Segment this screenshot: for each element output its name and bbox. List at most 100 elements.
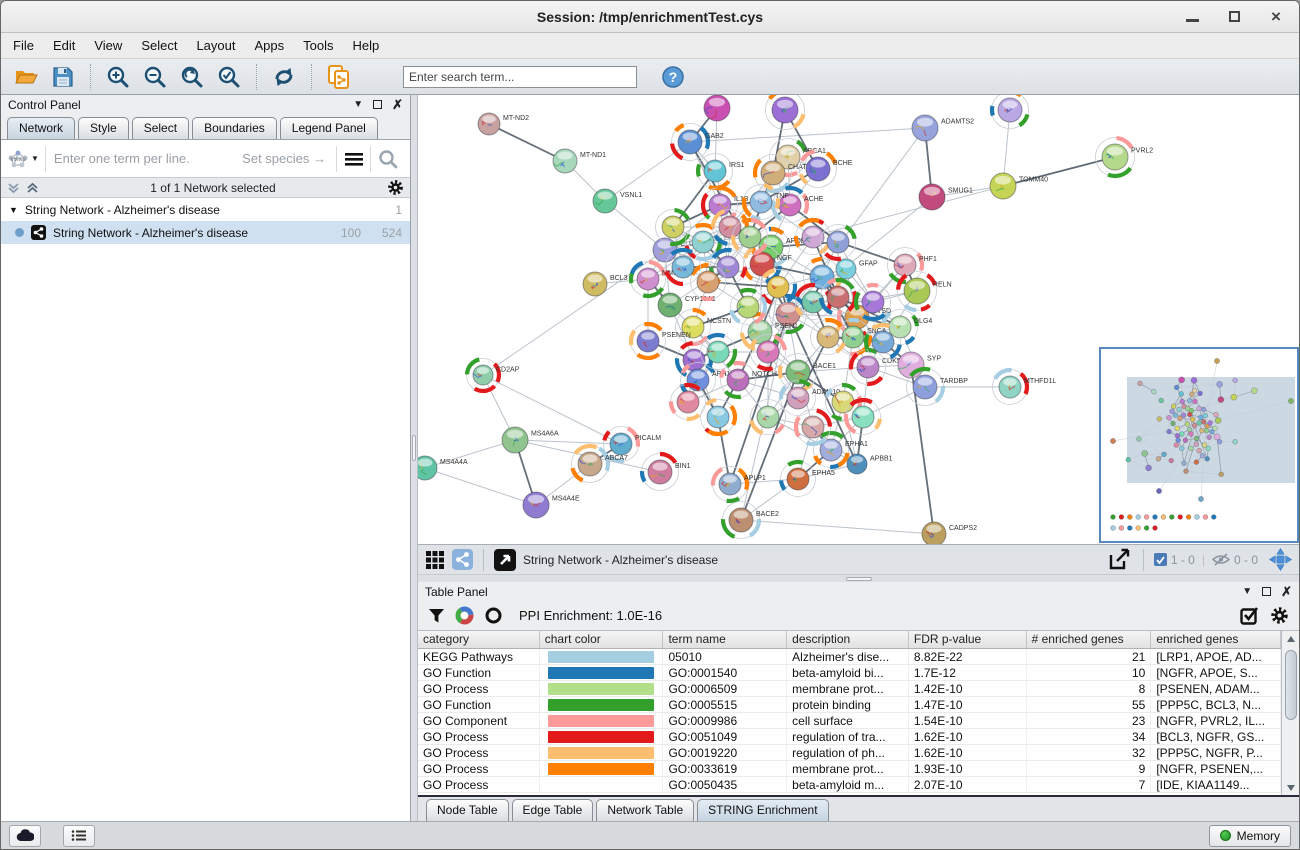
expand-all-icon[interactable]	[26, 182, 39, 194]
menu-edit[interactable]: Edit	[53, 38, 75, 53]
splitter-grip[interactable]	[412, 435, 416, 461]
network-node-CYP19A1[interactable]: CYP19A1	[658, 293, 716, 317]
network-node[interactable]	[992, 95, 1029, 129]
network-node-GFAP[interactable]: GFAP	[836, 259, 878, 279]
network-node-MS4A4A[interactable]: MS4A4A	[418, 456, 468, 480]
network-node[interactable]	[671, 385, 706, 420]
table-row[interactable]: GO FunctionGO:0005515protein binding1.47…	[418, 697, 1281, 713]
table-row[interactable]: GO FunctionGO:0001540beta-amyloid bi...1…	[418, 665, 1281, 681]
tab-legend-panel[interactable]: Legend Panel	[280, 117, 378, 139]
table-row[interactable]: GO ProcessGO:0006509membrane prot...1.42…	[418, 681, 1281, 697]
menu-file[interactable]: File	[13, 38, 34, 53]
network-node-APLP1[interactable]: APLP1	[713, 467, 766, 502]
network-node[interactable]	[796, 410, 831, 445]
save-session-icon[interactable]	[48, 62, 78, 92]
panel-menu-caret-icon[interactable]: ▼	[1242, 586, 1252, 597]
network-node[interactable]	[701, 400, 736, 435]
tab-style[interactable]: Style	[78, 117, 129, 139]
network-row[interactable]: String Network - Alzheimer's disease 100…	[1, 221, 410, 244]
zoom-out-icon[interactable]	[140, 62, 170, 92]
enrichment-table[interactable]: categorychart colorterm namedescriptionF…	[418, 631, 1281, 795]
column-header-category[interactable]: category	[418, 631, 540, 648]
network-node[interactable]	[846, 400, 881, 435]
menu-view[interactable]: View	[94, 38, 122, 53]
tab-select[interactable]: Select	[132, 117, 189, 139]
table-row[interactable]: GO ProcessGO:0019220regulation of ph...1…	[418, 745, 1281, 761]
panel-close-icon[interactable]: ✗	[392, 98, 403, 111]
menu-select[interactable]: Select	[141, 38, 177, 53]
scroll-up-icon[interactable]	[1283, 631, 1299, 646]
table-row[interactable]: GO ComponentGO:0009986cell surface1.54E-…	[418, 713, 1281, 729]
network-node-NCSTN[interactable]: NCSTN	[676, 310, 732, 345]
network-node-MTHFD1L[interactable]: MTHFD1L	[993, 370, 1057, 405]
tab-string-enrichment[interactable]: STRING Enrichment	[697, 799, 828, 821]
eye-slash-icon[interactable]	[1212, 553, 1230, 566]
network-node[interactable]	[704, 95, 730, 121]
network-node-BCL3[interactable]: BCL3	[583, 272, 628, 296]
network-canvas[interactable]: MT-ND2MT-ND1VSNL1GAB2ABCA1ADAMTS2PVRL2TO…	[418, 95, 1299, 544]
zoom-selected-icon[interactable]	[214, 62, 244, 92]
network-node-MS4A4E[interactable]: MS4A4E	[523, 492, 580, 518]
string-options-menu-icon[interactable]	[336, 146, 370, 172]
network-node-APBB1[interactable]: APBB1	[847, 454, 893, 474]
network-node-SMUG1[interactable]: SMUG1	[919, 184, 973, 210]
tab-network-table[interactable]: Network Table	[596, 799, 694, 821]
table-settings-gear-icon[interactable]	[1270, 606, 1289, 625]
column-header-chart-color[interactable]: chart color	[540, 631, 664, 648]
detach-view-icon[interactable]	[494, 549, 516, 571]
column-header--enriched-genes[interactable]: # enriched genes	[1027, 631, 1152, 648]
string-search-icon[interactable]	[370, 146, 404, 172]
panel-float-icon[interactable]	[1262, 587, 1271, 596]
network-node-SYP[interactable]: SYP	[897, 352, 941, 378]
collapse-all-icon[interactable]	[7, 182, 20, 194]
zoom-fit-icon[interactable]	[177, 62, 207, 92]
grid-view-icon[interactable]	[425, 550, 445, 570]
enrichment-chart-icon[interactable]	[455, 606, 474, 625]
automation-status-button[interactable]	[9, 825, 41, 847]
refresh-icon[interactable]	[269, 62, 299, 92]
panel-splitter-vertical[interactable]	[411, 95, 418, 821]
help-icon[interactable]: ?	[658, 62, 688, 92]
network-node-MT-ND1[interactable]: MT-ND1	[553, 149, 606, 173]
close-button[interactable]: ×	[1269, 10, 1283, 24]
table-row[interactable]: GO ProcessGO:0051049regulation of tra...…	[418, 729, 1281, 745]
network-node-MS4A6A[interactable]: MS4A6A	[502, 427, 559, 453]
column-header-description[interactable]: description	[787, 631, 909, 648]
enrichment-table-header[interactable]: categorychart colorterm namedescriptionF…	[418, 631, 1281, 649]
network-node-BIN1[interactable]: BIN1	[642, 454, 691, 491]
network-node-BACE2[interactable]: BACE2	[723, 502, 780, 539]
tree-expand-icon[interactable]: ▼	[9, 205, 18, 215]
string-app-selector[interactable]: STRING ▼	[7, 146, 46, 172]
network-collection-row[interactable]: ▼ String Network - Alzheimer's disease 1	[1, 198, 410, 221]
table-row[interactable]: GO ProcessGO:0050435beta-amyloid m...2.0…	[418, 777, 1281, 793]
table-row[interactable]: KEGG Pathways05010Alzheimer's dise...8.8…	[418, 649, 1281, 665]
menu-apps[interactable]: Apps	[255, 38, 285, 53]
table-row[interactable]: GO ProcessGO:0033619membrane prot...1.93…	[418, 761, 1281, 777]
birds-eye-view[interactable]	[1099, 347, 1299, 543]
zoom-in-icon[interactable]	[103, 62, 133, 92]
tab-network[interactable]: Network	[7, 117, 75, 139]
selected-checkbox-icon[interactable]	[1154, 553, 1167, 566]
network-node-PVRL2[interactable]: PVRL2	[1096, 138, 1154, 177]
network-node[interactable]	[766, 95, 805, 130]
network-node-ADAMTS2[interactable]: ADAMTS2	[912, 115, 974, 141]
minimize-button[interactable]	[1185, 10, 1199, 24]
column-header-term-name[interactable]: term name	[663, 631, 787, 648]
scroll-down-icon[interactable]	[1283, 780, 1299, 795]
tab-node-table[interactable]: Node Table	[426, 799, 509, 821]
table-scrollbar[interactable]	[1281, 631, 1299, 795]
network-options-gear-icon[interactable]	[387, 179, 404, 196]
network-node-CD2AP[interactable]: CD2AP	[467, 359, 520, 392]
birds-eye-toggle-icon[interactable]	[1269, 548, 1292, 571]
filter-icon[interactable]	[428, 608, 445, 624]
network-node-CADPS2[interactable]: CADPS2	[922, 522, 977, 544]
memory-button[interactable]: Memory	[1209, 825, 1291, 847]
set-species-label[interactable]: Set species →	[242, 151, 336, 166]
export-network-icon[interactable]	[1107, 548, 1133, 572]
panel-float-icon[interactable]	[373, 100, 382, 109]
panel-close-icon[interactable]: ✗	[1281, 585, 1292, 598]
menu-tools[interactable]: Tools	[303, 38, 333, 53]
task-history-button[interactable]	[63, 825, 95, 847]
select-columns-icon[interactable]	[1240, 606, 1260, 626]
string-query-input[interactable]	[46, 151, 242, 166]
